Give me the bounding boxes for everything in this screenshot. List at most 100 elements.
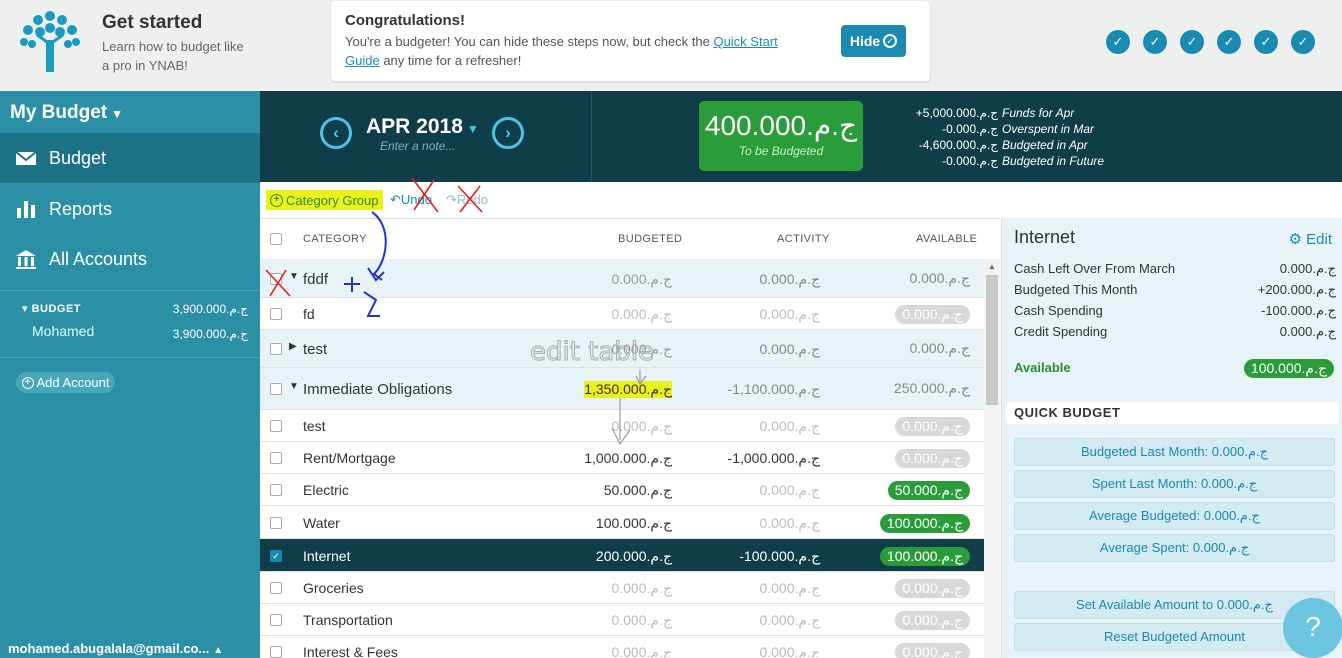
account-name[interactable]: Mohamed bbox=[32, 323, 94, 339]
budgeted-cell[interactable]: ج.م.50.000 bbox=[604, 482, 672, 499]
row-checkbox[interactable] bbox=[270, 420, 282, 432]
category-name[interactable]: fd bbox=[303, 306, 315, 322]
activity-cell[interactable]: ج.م.0.000 bbox=[759, 515, 820, 532]
activity-cell[interactable]: -ج.م.100.000 bbox=[739, 548, 820, 565]
user-menu[interactable]: mohamed.abugalala@gmail.co... ▲ bbox=[8, 641, 223, 656]
budgeted-cell[interactable]: ج.م.0.000 bbox=[611, 580, 672, 597]
select-all-checkbox[interactable] bbox=[270, 233, 282, 245]
budgeted-cell[interactable]: ج.م.0.000 bbox=[611, 418, 672, 435]
activity-cell[interactable]: ج.م.0.000 bbox=[759, 580, 820, 597]
category-row[interactable]: fd ج.م.0.000 ج.م.0.000 ج.م.0.000 bbox=[260, 298, 984, 330]
step-check-icon[interactable]: ✓ bbox=[1217, 30, 1241, 54]
budgeted-cell[interactable]: ج.م.200.000 bbox=[596, 548, 672, 565]
category-group-row[interactable]: ▼ Immediate Obligations ج.م.1,350.000 -ج.م.… bbox=[260, 368, 984, 410]
redo-label: Redo bbox=[456, 192, 488, 207]
category-name[interactable]: ▼ Immediate Obligations bbox=[289, 381, 452, 398]
budgeted-cell[interactable]: ج.م.100.000 bbox=[596, 515, 672, 532]
row-checkbox[interactable] bbox=[270, 343, 282, 355]
category-row[interactable]: Rent/Mortgage ج.م.1,000.000 -ج.م.1,000.000… bbox=[260, 442, 984, 474]
row-checkbox[interactable] bbox=[270, 273, 282, 285]
category-name[interactable]: ▼ fddf bbox=[289, 271, 328, 288]
available-pill[interactable]: ج.م.0.000 bbox=[895, 643, 970, 658]
category-row[interactable]: Groceries ج.م.0.000 ج.م.0.000 ج.م.0.000 bbox=[260, 572, 984, 604]
nav-reports[interactable]: Reports bbox=[0, 184, 260, 234]
caret-down-icon[interactable]: ▼ bbox=[289, 381, 299, 392]
row-checkbox[interactable] bbox=[270, 308, 282, 320]
available-pill[interactable]: ج.م.0.000 bbox=[895, 611, 970, 630]
category-row[interactable]: ✓ Internet ج.م.200.000 -ج.م.100.000 ج.م.100.… bbox=[260, 539, 984, 572]
category-name[interactable]: Internet bbox=[303, 548, 350, 564]
row-checkbox[interactable] bbox=[270, 614, 282, 626]
next-month-button[interactable]: › bbox=[492, 117, 524, 149]
category-row[interactable]: Electric ج.م.50.000 ج.م.0.000 ج.م.50.000 bbox=[260, 474, 984, 506]
category-group-row[interactable]: ▼ fddf ج.م.0.000 ج.م.0.000 ج.م.0.000 bbox=[260, 259, 984, 298]
category-row[interactable]: Transportation ج.م.0.000 ج.م.0.000 ج.م.0.00… bbox=[260, 604, 984, 636]
table-scrollbar[interactable]: ▲ bbox=[984, 259, 1000, 658]
quick-budget-button[interactable]: Budgeted Last Month: ج.م.0.000 bbox=[1014, 438, 1335, 466]
step-check-icon[interactable]: ✓ bbox=[1291, 30, 1315, 54]
caret-right-icon[interactable]: ▶ bbox=[289, 341, 297, 352]
funds-amount: +ج.م.5,000.000 bbox=[915, 106, 998, 120]
available-pill[interactable]: ج.م.50.000 bbox=[887, 481, 970, 500]
row-checkbox[interactable] bbox=[270, 452, 282, 464]
row-checkbox[interactable] bbox=[270, 582, 282, 594]
add-category-group-button[interactable]: + Category Group bbox=[266, 190, 383, 210]
redo-button[interactable]: ↷Redo bbox=[446, 192, 488, 208]
step-check-icon[interactable]: ✓ bbox=[1106, 30, 1130, 54]
available-pill[interactable]: ج.م.100.000 bbox=[879, 514, 970, 533]
category-row[interactable]: Interest & Fees ج.م.0.000 ج.م.0.000 ج.م.0.0… bbox=[260, 636, 984, 658]
budgeted-cell[interactable]: ج.م.0.000 bbox=[611, 612, 672, 629]
category-row[interactable]: Water ج.م.100.000 ج.م.0.000 ج.م.100.000 bbox=[260, 506, 984, 539]
prev-month-button[interactable]: ‹ bbox=[320, 117, 352, 149]
available-pill[interactable]: ج.م.0.000 bbox=[895, 579, 970, 598]
activity-cell[interactable]: ج.م.0.000 bbox=[759, 612, 820, 629]
step-check-icon[interactable]: ✓ bbox=[1254, 30, 1278, 54]
category-name[interactable]: Electric bbox=[303, 482, 349, 498]
category-group-row[interactable]: ▶ test ج.م.0.000 ج.م.0.000 ج.م.0.000 bbox=[260, 330, 984, 368]
row-checkbox[interactable] bbox=[270, 484, 282, 496]
activity-cell[interactable]: -ج.م.1,000.000 bbox=[728, 450, 820, 467]
quick-budget-button[interactable]: Average Spent: ج.م.0.000 bbox=[1014, 534, 1335, 562]
available-pill[interactable]: ج.م.0.000 bbox=[895, 449, 970, 468]
row-checkbox[interactable] bbox=[270, 383, 282, 395]
category-name[interactable]: test bbox=[303, 418, 326, 434]
category-name[interactable]: ▶ test bbox=[289, 341, 327, 358]
quick-budget-button[interactable]: Average Budgeted: ج.م.0.000 bbox=[1014, 502, 1335, 530]
category-name[interactable]: Transportation bbox=[303, 612, 393, 628]
month-picker[interactable]: APR 2018 ▼ bbox=[366, 115, 479, 139]
nav-budget[interactable]: Budget bbox=[0, 133, 260, 183]
activity-cell[interactable]: ج.م.0.000 bbox=[759, 306, 820, 323]
row-checkbox[interactable] bbox=[270, 517, 282, 529]
row-checkbox[interactable] bbox=[270, 646, 282, 658]
quick-budget-button[interactable]: Spent Last Month: ج.م.0.000 bbox=[1014, 470, 1335, 498]
budgeted-cell[interactable]: ج.م.0.000 bbox=[611, 306, 672, 323]
accounts-group-header[interactable]: ▾ BUDGET bbox=[22, 302, 81, 315]
available-pill[interactable]: ج.م.0.000 bbox=[895, 305, 970, 324]
hide-button[interactable]: Hide ✓ bbox=[841, 25, 906, 57]
edit-category-button[interactable]: ⚙ Edit bbox=[1289, 230, 1332, 248]
to-be-budgeted-box[interactable]: ج.م.400.000 To be Budgeted bbox=[699, 101, 863, 171]
month-note-input[interactable]: Enter a note... bbox=[380, 139, 455, 153]
add-account-button[interactable]: + Add Account bbox=[16, 372, 115, 393]
category-name[interactable]: Interest & Fees bbox=[303, 644, 398, 658]
category-name[interactable]: Groceries bbox=[303, 580, 364, 596]
undo-button[interactable]: ↶Undo bbox=[390, 192, 432, 208]
budget-switcher[interactable]: My Budget ▼ bbox=[10, 102, 123, 124]
activity-cell[interactable]: ج.م.0.000 bbox=[759, 418, 820, 435]
row-checkbox[interactable]: ✓ bbox=[270, 550, 282, 562]
category-row[interactable]: test ج.م.0.000 ج.م.0.000 ج.م.0.000 bbox=[260, 410, 984, 442]
step-check-icon[interactable]: ✓ bbox=[1180, 30, 1204, 54]
available-pill[interactable]: ج.م.100.000 bbox=[879, 547, 970, 566]
step-check-icon[interactable]: ✓ bbox=[1143, 30, 1167, 54]
budgeted-cell[interactable]: ج.م.1,000.000 bbox=[584, 450, 672, 467]
available-pill[interactable]: ج.م.0.000 bbox=[895, 417, 970, 436]
help-button[interactable]: ? bbox=[1283, 598, 1342, 658]
category-name[interactable]: Rent/Mortgage bbox=[303, 450, 396, 466]
nav-all-accounts[interactable]: All Accounts bbox=[0, 234, 260, 284]
scrollbar-thumb[interactable] bbox=[986, 275, 998, 405]
activity-cell[interactable]: ج.م.0.000 bbox=[759, 644, 820, 658]
budgeted-cell[interactable]: ج.م.0.000 bbox=[611, 644, 672, 658]
category-name[interactable]: Water bbox=[303, 515, 340, 531]
caret-down-icon[interactable]: ▼ bbox=[289, 271, 299, 282]
activity-cell[interactable]: ج.م.0.000 bbox=[759, 482, 820, 499]
